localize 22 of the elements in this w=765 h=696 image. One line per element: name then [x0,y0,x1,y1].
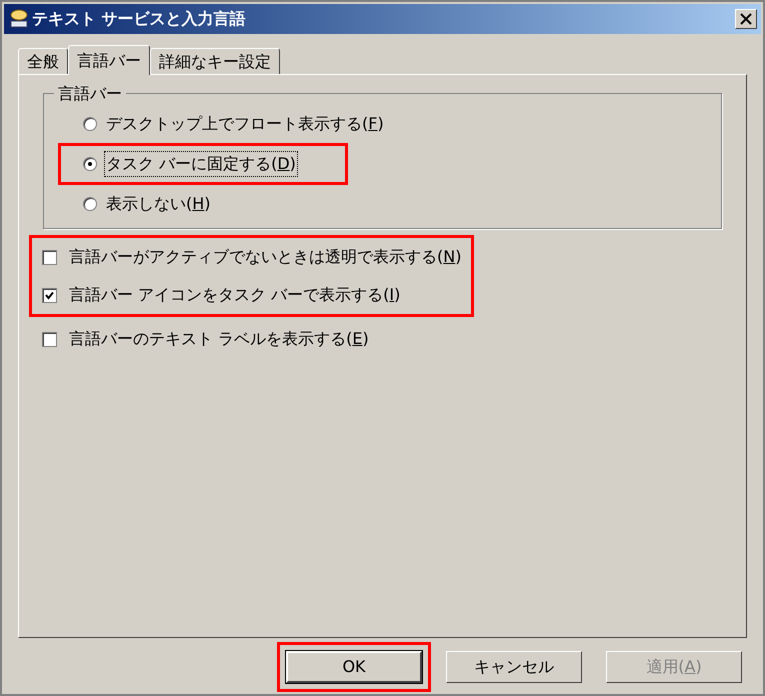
checkbox[interactable] [42,332,57,346]
check-icon [45,290,54,300]
checkbox-label: 言語バー アイコンをタスク バーで表示する(I) [69,284,400,306]
radio-label: デスクトップ上でフロート表示する(F) [105,113,385,135]
tab[interactable]: 全般 [18,48,68,74]
close-icon [740,13,752,25]
radio-label: タスク バーに固定する(D) [105,152,297,176]
radio-button[interactable] [83,117,97,131]
checkbox-label: 言語バーがアクティブでないときは透明で表示する(N) [69,246,462,268]
window-title: テキスト サービスと入力言語 [32,8,246,30]
tab[interactable]: 言語バー [68,45,150,75]
radio-button[interactable] [83,157,97,171]
dialog-button[interactable]: キャンセル [446,651,582,683]
radio-label: 表示しない(H) [105,193,212,215]
checkbox-label: 言語バーのテキスト ラベルを表示する(E) [69,328,369,350]
radio-button[interactable] [83,197,97,211]
checkbox[interactable] [42,288,57,302]
tab[interactable]: 詳細なキー設定 [150,48,280,74]
close-button[interactable] [735,9,757,29]
checkbox[interactable] [42,250,57,264]
dialog-button[interactable]: OK [286,651,422,683]
app-icon [8,8,30,30]
